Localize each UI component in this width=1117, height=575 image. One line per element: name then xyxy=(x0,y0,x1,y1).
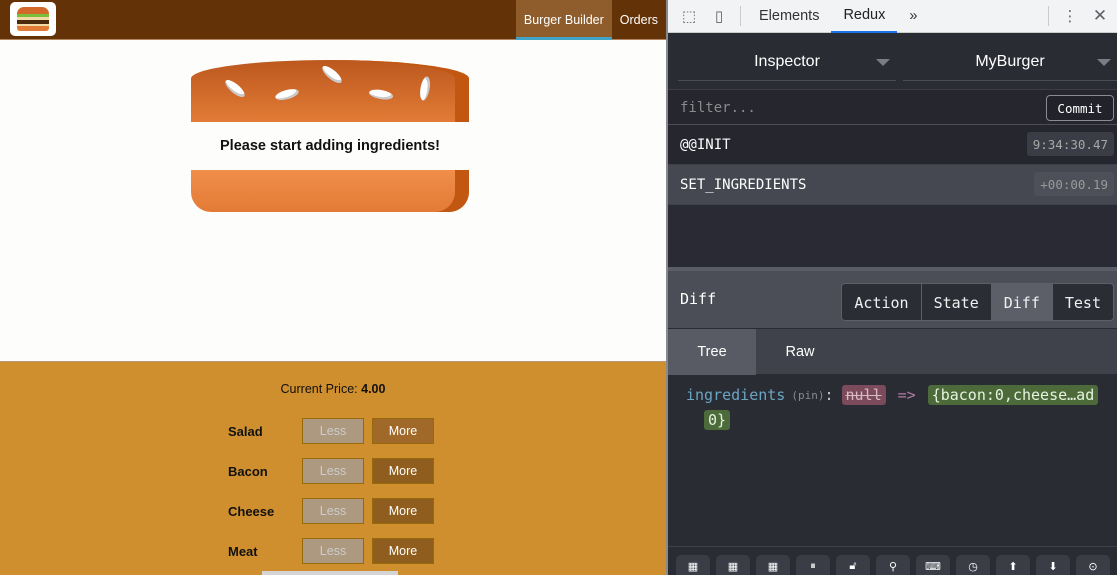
instance-select[interactable]: MyBurger xyxy=(903,43,1117,81)
kebab-menu-icon[interactable]: ⋮ xyxy=(1055,1,1085,31)
action-name: SET_INGREDIENTS xyxy=(680,176,807,193)
burger-preview: Please start adding ingredients! xyxy=(191,60,469,212)
inspector-tabbar: Diff Action State Diff Test xyxy=(668,271,1117,329)
seed xyxy=(368,87,394,102)
bread-top xyxy=(191,60,469,122)
current-price: Current Price: 4.00 xyxy=(0,382,666,396)
less-button[interactable]: Less xyxy=(302,538,364,564)
tab-raw[interactable]: Raw xyxy=(756,329,844,375)
diff-entry: ingredients (pin) : null => {bacon:0,che… xyxy=(686,385,1099,405)
tab-elements[interactable]: Elements xyxy=(747,0,831,33)
tab-test[interactable]: Test xyxy=(1052,284,1113,320)
diff-arrow: => xyxy=(897,386,916,404)
more-button[interactable]: More xyxy=(372,418,434,444)
app-toolbar: Burger Builder Orders xyxy=(0,0,666,40)
devtools-panel: ⬚ ▯ Elements Redux » ⋮ ✕ Inspector MyBur… xyxy=(668,0,1117,575)
control-row-salad: Salad Less More xyxy=(228,418,434,444)
pin-icon[interactable]: ⚲ xyxy=(876,555,910,575)
less-button[interactable]: Less xyxy=(302,418,364,444)
bottom-toolbar: ▦ ▦ ▦ ⏸ 🔓︎ ⚲ ⌨ ◷ ⬆ ⬇ ⊙ xyxy=(668,546,1117,575)
control-label: Meat xyxy=(228,543,258,559)
keyboard-icon[interactable]: ⌨ xyxy=(916,555,950,575)
action-timestamp: 9:34:30.47 xyxy=(1026,132,1114,156)
burger-app: Burger Builder Orders Please start addin… xyxy=(0,0,666,575)
diff-key[interactable]: ingredients xyxy=(686,386,785,404)
pin-link[interactable]: (pin) xyxy=(791,389,824,402)
diff-colon: : xyxy=(824,386,834,404)
logo[interactable] xyxy=(10,2,56,36)
control-row-bacon: Bacon Less More xyxy=(228,458,434,484)
new-value-continued: 0} xyxy=(704,410,731,430)
nav-orders[interactable]: Orders xyxy=(612,0,666,40)
price-value: 4.00 xyxy=(361,382,386,396)
device-toolbar-icon[interactable]: ▯ xyxy=(704,1,734,31)
more-button[interactable]: More xyxy=(372,538,434,564)
seed xyxy=(222,77,248,100)
empty-burger-message: Please start adding ingredients! xyxy=(220,138,440,154)
new-value: {bacon:0,cheese…ad xyxy=(927,385,1099,405)
download-icon[interactable]: ⬇ xyxy=(1036,555,1070,575)
dropdown-caret-icon xyxy=(876,59,890,66)
action-list-item[interactable]: @@INIT 9:34:30.47 xyxy=(668,125,1117,165)
dropdown-caret-icon xyxy=(1097,59,1111,66)
seed xyxy=(319,63,345,86)
control-label: Cheese xyxy=(228,503,275,519)
view-tabs: Tree Raw xyxy=(668,329,1117,375)
filter-input[interactable] xyxy=(680,97,1040,119)
monitor-select[interactable]: Inspector xyxy=(678,43,896,81)
diff-tree: ingredients (pin) : null => {bacon:0,che… xyxy=(668,375,1117,570)
upload-icon[interactable]: ⬆ xyxy=(996,555,1030,575)
bread-bottom xyxy=(191,170,469,212)
less-button[interactable]: Less xyxy=(302,458,364,484)
main-nav: Burger Builder Orders xyxy=(515,0,666,40)
more-button[interactable]: More xyxy=(372,458,434,484)
nav-burger-builder[interactable]: Burger Builder xyxy=(515,0,612,40)
old-value: null xyxy=(841,385,886,405)
redux-header: Inspector MyBurger xyxy=(668,33,1117,89)
filter-row: Commit xyxy=(668,89,1117,125)
price-label: Current Price: xyxy=(280,382,358,396)
lock-icon[interactable]: 🔓︎ xyxy=(836,555,870,575)
remote-icon[interactable]: ⊙ xyxy=(1076,555,1110,575)
dock-right-icon[interactable]: ▦ xyxy=(716,555,750,575)
diff-entry-continued: 0} xyxy=(704,410,731,430)
tab-state[interactable]: State xyxy=(921,284,992,320)
action-list-item[interactable]: SET_INGREDIENTS +00:00.19 xyxy=(668,165,1117,205)
action-list-empty-area xyxy=(668,205,1117,271)
build-controls: Current Price: 4.00 Salad Less More Baco… xyxy=(0,361,666,575)
inspector-title: Diff xyxy=(680,290,717,308)
tab-diff[interactable]: Diff xyxy=(991,284,1053,320)
separator xyxy=(1048,6,1049,26)
action-timestamp: +00:00.19 xyxy=(1034,172,1114,196)
more-tabs-icon[interactable]: » xyxy=(897,0,929,33)
more-button[interactable]: More xyxy=(372,498,434,524)
commit-button[interactable]: Commit xyxy=(1046,95,1114,121)
control-row-meat: Meat Less More xyxy=(228,538,434,564)
inspect-element-icon[interactable]: ⬚ xyxy=(674,1,704,31)
control-row-cheese: Cheese Less More xyxy=(228,498,434,524)
tab-action[interactable]: Action xyxy=(842,284,922,320)
order-now-button[interactable] xyxy=(262,571,398,575)
separator xyxy=(740,6,741,26)
less-button[interactable]: Less xyxy=(302,498,364,524)
inspector-tabs: Action State Diff Test xyxy=(841,283,1114,321)
close-icon[interactable]: ✕ xyxy=(1085,1,1115,31)
devtools-tabbar: ⬚ ▯ Elements Redux » ⋮ ✕ xyxy=(668,0,1117,33)
dock-left-icon[interactable]: ▦ xyxy=(676,555,710,575)
seed xyxy=(418,75,432,102)
dock-bottom-icon[interactable]: ▦ xyxy=(756,555,790,575)
seed xyxy=(274,87,300,102)
pause-icon[interactable]: ⏸ xyxy=(796,555,830,575)
action-name: @@INIT xyxy=(680,136,731,153)
tab-tree[interactable]: Tree xyxy=(668,329,756,375)
tab-redux[interactable]: Redux xyxy=(831,0,898,33)
burger-logo-icon xyxy=(17,7,49,31)
control-label: Bacon xyxy=(228,463,268,479)
instance-select-value: MyBurger xyxy=(975,52,1045,70)
monitor-select-value: Inspector xyxy=(754,52,820,70)
control-label: Salad xyxy=(228,423,263,439)
timer-icon[interactable]: ◷ xyxy=(956,555,990,575)
